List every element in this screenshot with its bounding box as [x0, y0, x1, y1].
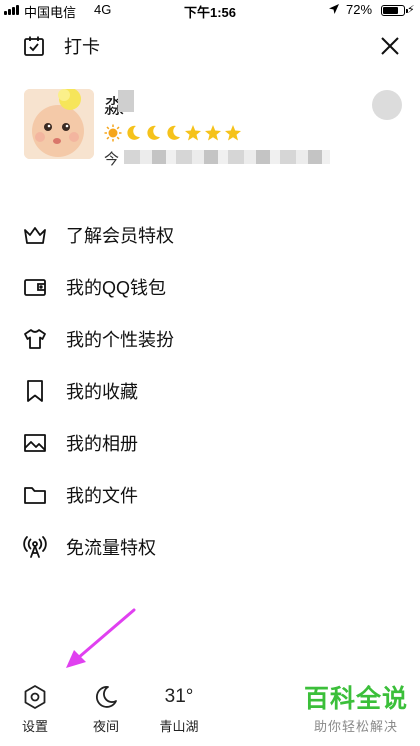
moon-icon: [147, 125, 160, 140]
battery-percentage: 72%: [346, 2, 373, 17]
menu-item-files[interactable]: 我的文件: [22, 475, 382, 515]
photo-album-icon: [24, 434, 46, 452]
watermark-sub-text: 助你轻松解决: [313, 719, 398, 734]
moon-icon: [127, 125, 140, 140]
menu-item-label: 我的收藏: [66, 382, 138, 402]
menu-item-label: 我的QQ钱包: [66, 278, 167, 298]
wallet-icon: [24, 279, 46, 296]
menu-item-free-data[interactable]: 免流量特权: [22, 527, 382, 567]
calendar-check-icon: [24, 36, 44, 56]
avatar[interactable]: [24, 89, 94, 159]
menu-item-label: 免流量特权: [66, 538, 156, 558]
menu-item-label: 我的文件: [66, 486, 138, 506]
star-icon: [185, 125, 201, 141]
nickname-redaction: [118, 90, 134, 112]
menu-item-label: 我的个性装扮: [66, 330, 174, 350]
profile-status-text: 今: [104, 151, 120, 168]
battery-icon: [381, 5, 408, 16]
signal-tower-icon: [23, 536, 47, 558]
moon-icon: [96, 686, 117, 708]
sun-icon: [104, 124, 122, 142]
baby-photo: [24, 89, 94, 159]
menu-item-qq-wallet[interactable]: 我的QQ钱包: [22, 267, 382, 307]
status-redaction: [124, 150, 330, 164]
tshirt-icon: [24, 329, 46, 349]
settings-button[interactable]: 设置: [18, 684, 52, 735]
moon-icon: [167, 125, 180, 140]
menu-item-vip-privileges[interactable]: 了解会员特权: [22, 215, 382, 255]
redacted-badge: [372, 90, 402, 120]
menu-item-personalization[interactable]: 我的个性装扮: [22, 319, 382, 359]
temperature: 31°: [164, 686, 194, 707]
folder-icon: [24, 487, 46, 504]
weather-button[interactable]: 31° 青山湖: [156, 684, 202, 735]
pointer-arrow-annotation: [66, 608, 136, 668]
night-mode-label: 夜间: [92, 719, 119, 734]
star-icon: [205, 125, 221, 141]
bookmark-icon: [27, 380, 43, 402]
city-label: 青山湖: [159, 719, 199, 734]
status-bar: 中国电信 4G 下午1:56 72% ⚡: [0, 0, 420, 20]
menu-item-label: 我的相册: [66, 434, 138, 454]
watermark-main-text: 百科全说: [303, 685, 408, 713]
star-icon: [225, 125, 241, 141]
hexagon-settings-icon: [24, 685, 46, 709]
night-mode-button[interactable]: 夜间: [89, 684, 123, 735]
watermark-logo: 百科全说 助你轻松解决: [296, 684, 416, 735]
menu-item-favorites[interactable]: 我的收藏: [22, 371, 382, 411]
checkin-label: 打卡: [64, 37, 100, 57]
crown-icon: [24, 227, 46, 244]
menu-item-album[interactable]: 我的相册: [22, 423, 382, 463]
level-icons: [104, 123, 242, 143]
charging-icon: ⚡: [407, 4, 415, 16]
close-icon[interactable]: [376, 32, 404, 60]
settings-label: 设置: [21, 719, 48, 734]
menu-item-label: 了解会员特权: [66, 226, 174, 246]
location-arrow-icon: [329, 4, 339, 14]
checkin-button[interactable]: 打卡: [22, 32, 100, 60]
